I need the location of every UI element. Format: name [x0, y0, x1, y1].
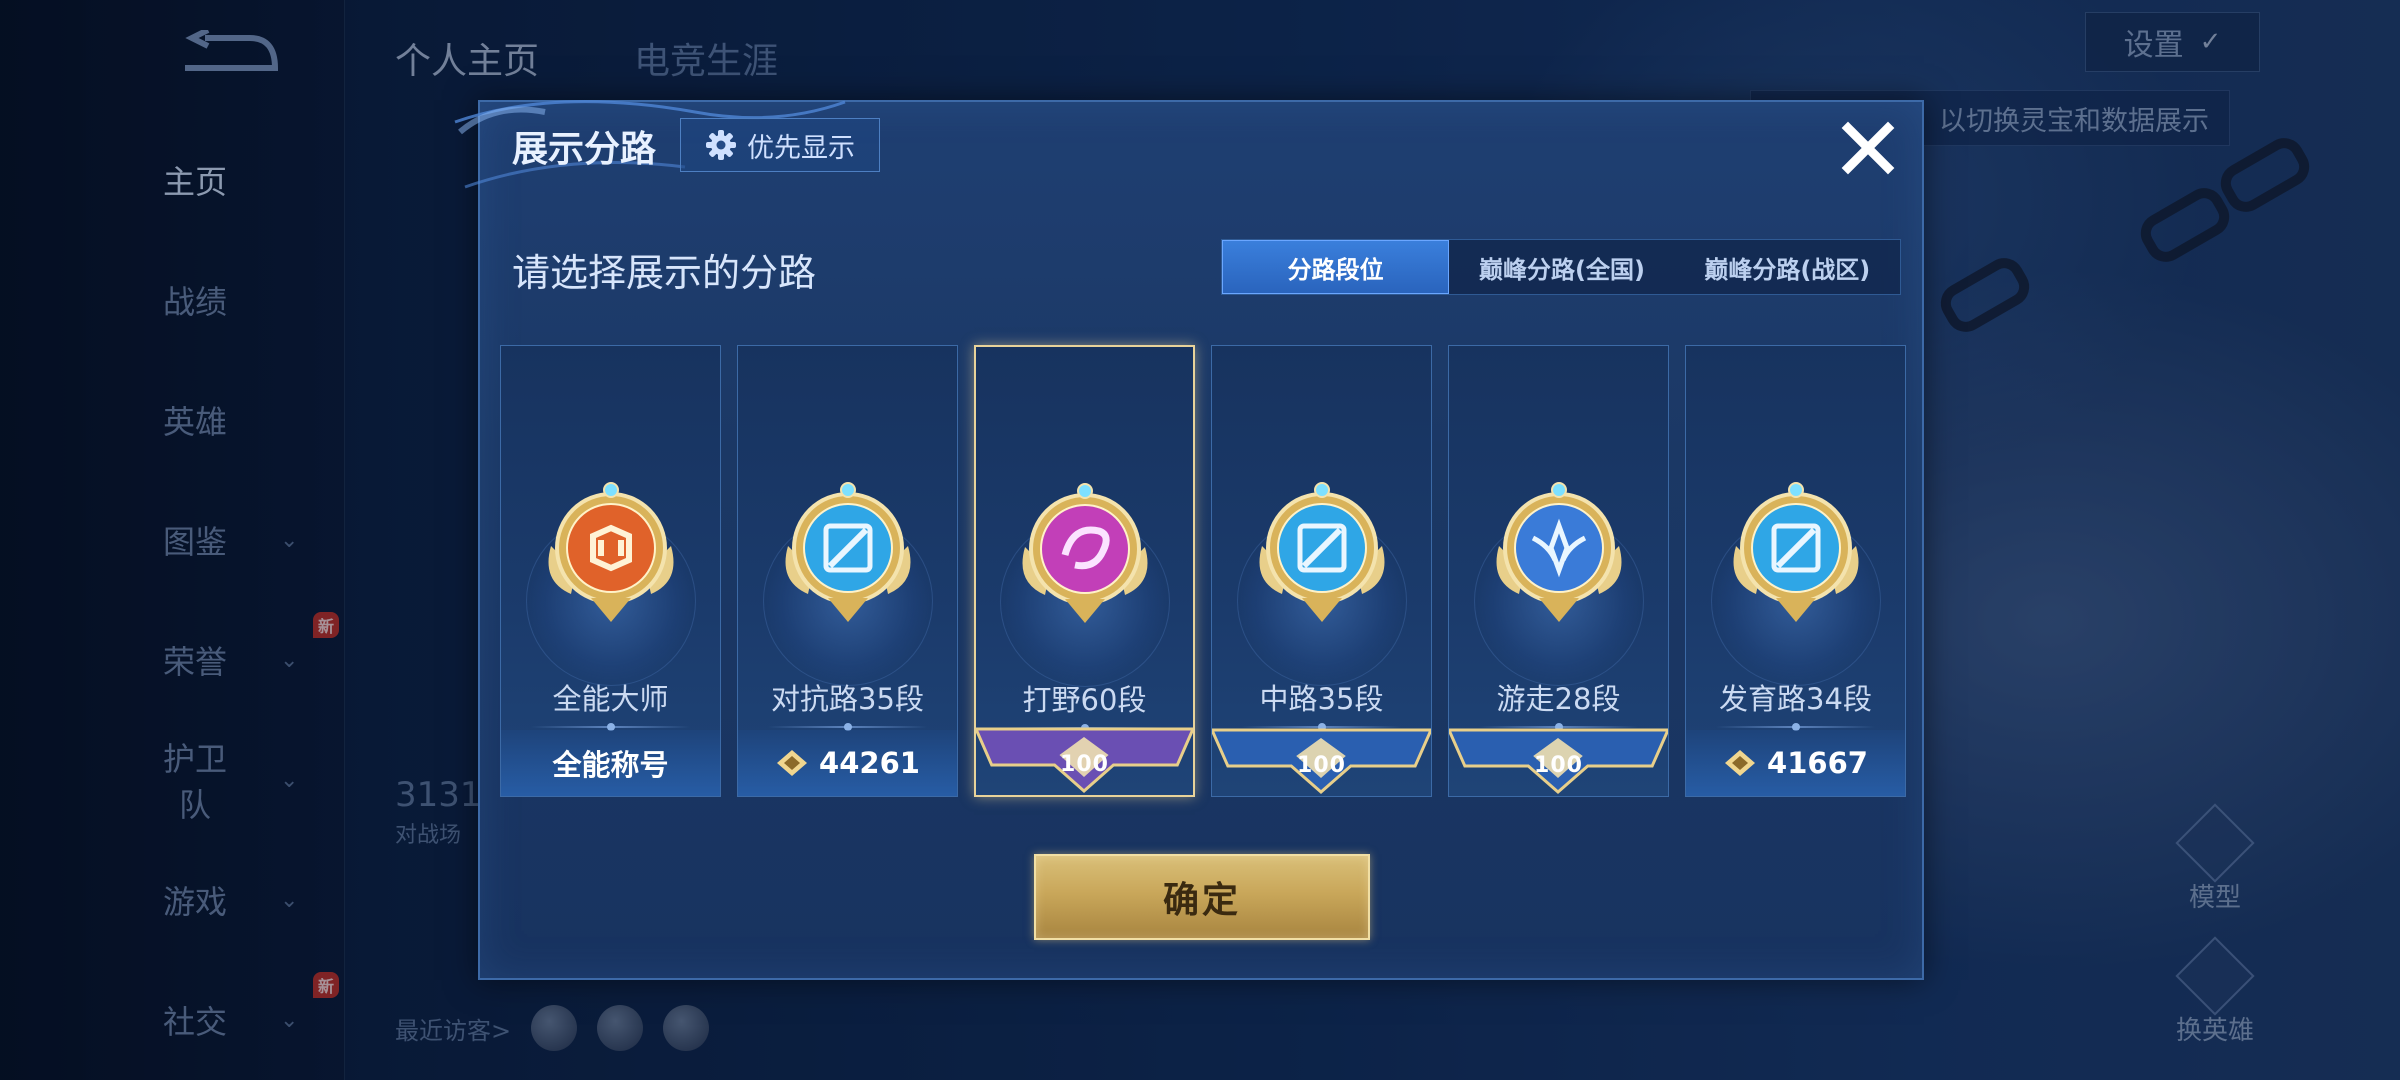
lane-rank-name: 对抗路35段	[771, 682, 924, 716]
select-lane-prompt: 请选择展示的分路	[512, 251, 817, 295]
peak-score: 44261	[819, 746, 920, 780]
peak-score: 41667	[1767, 746, 1868, 780]
confirm-button[interactable]: 确定	[1034, 854, 1370, 940]
dialog-title: 展示分路	[512, 129, 657, 170]
lane-badge-icon	[1022, 483, 1147, 623]
lane-rank-name: 打野60段	[1022, 683, 1147, 717]
card-footer: 41667	[1686, 730, 1905, 796]
title-label: 全能称号	[552, 748, 669, 782]
lane-badge-icon	[785, 482, 910, 622]
lane-card[interactable]: 游走28段 100	[1448, 345, 1669, 797]
lane-card[interactable]: 打野60段 100	[974, 345, 1195, 797]
rank-star-count: 100	[1534, 753, 1583, 778]
tab-peak-lane-national[interactable]: 巅峰分路(全国)	[1449, 240, 1674, 294]
lane-rank-name: 游走28段	[1496, 682, 1621, 716]
gear-icon	[706, 130, 736, 160]
lane-rank-name: 发育路34段	[1719, 682, 1872, 716]
score-icon	[777, 750, 808, 776]
lane-rank-name: 中路35段	[1259, 682, 1384, 716]
lane-rank-name: 全能大师	[552, 682, 669, 716]
lane-badge-icon	[1259, 482, 1384, 622]
display-lane-dialog: 展示分路 优先显示 请选择展示的分路 分路段位 巅峰分路(全国) 巅峰分路(战区…	[454, 100, 1924, 980]
lane-card[interactable]: 对抗路35段 44261	[737, 345, 958, 797]
divider	[768, 723, 927, 731]
divider	[1716, 723, 1875, 731]
rank-star-count: 100	[1297, 753, 1346, 778]
lane-badge-icon	[548, 482, 673, 622]
lane-badge-icon	[1733, 482, 1858, 622]
divider	[531, 723, 690, 731]
tab-peak-lane-region[interactable]: 巅峰分路(战区)	[1675, 240, 1900, 294]
close-icon	[1841, 121, 1895, 175]
priority-display-button[interactable]: 优先显示	[680, 118, 880, 172]
tab-lane-rank[interactable]: 分路段位	[1222, 240, 1450, 294]
rank-star-count: 100	[1060, 752, 1109, 777]
lane-card[interactable]: 中路35段 100	[1211, 345, 1432, 797]
lane-card[interactable]: 全能大师 全能称号	[500, 345, 721, 797]
lane-type-segmented: 分路段位 巅峰分路(全国) 巅峰分路(战区)	[1221, 239, 1901, 295]
priority-label: 优先显示	[747, 132, 855, 164]
card-footer: 全能称号	[501, 730, 720, 796]
lane-card-list: 全能大师 全能称号 对抗路35段 44261 打野60段 100 中路35段 100 游走28段…	[500, 345, 1906, 799]
close-button[interactable]	[1832, 112, 1904, 184]
score-icon	[1725, 750, 1756, 776]
lane-badge-icon	[1496, 482, 1621, 622]
confirm-label: 确定	[1162, 880, 1241, 921]
card-footer: 44261	[738, 730, 957, 796]
lane-card[interactable]: 发育路34段 41667	[1685, 345, 1906, 797]
